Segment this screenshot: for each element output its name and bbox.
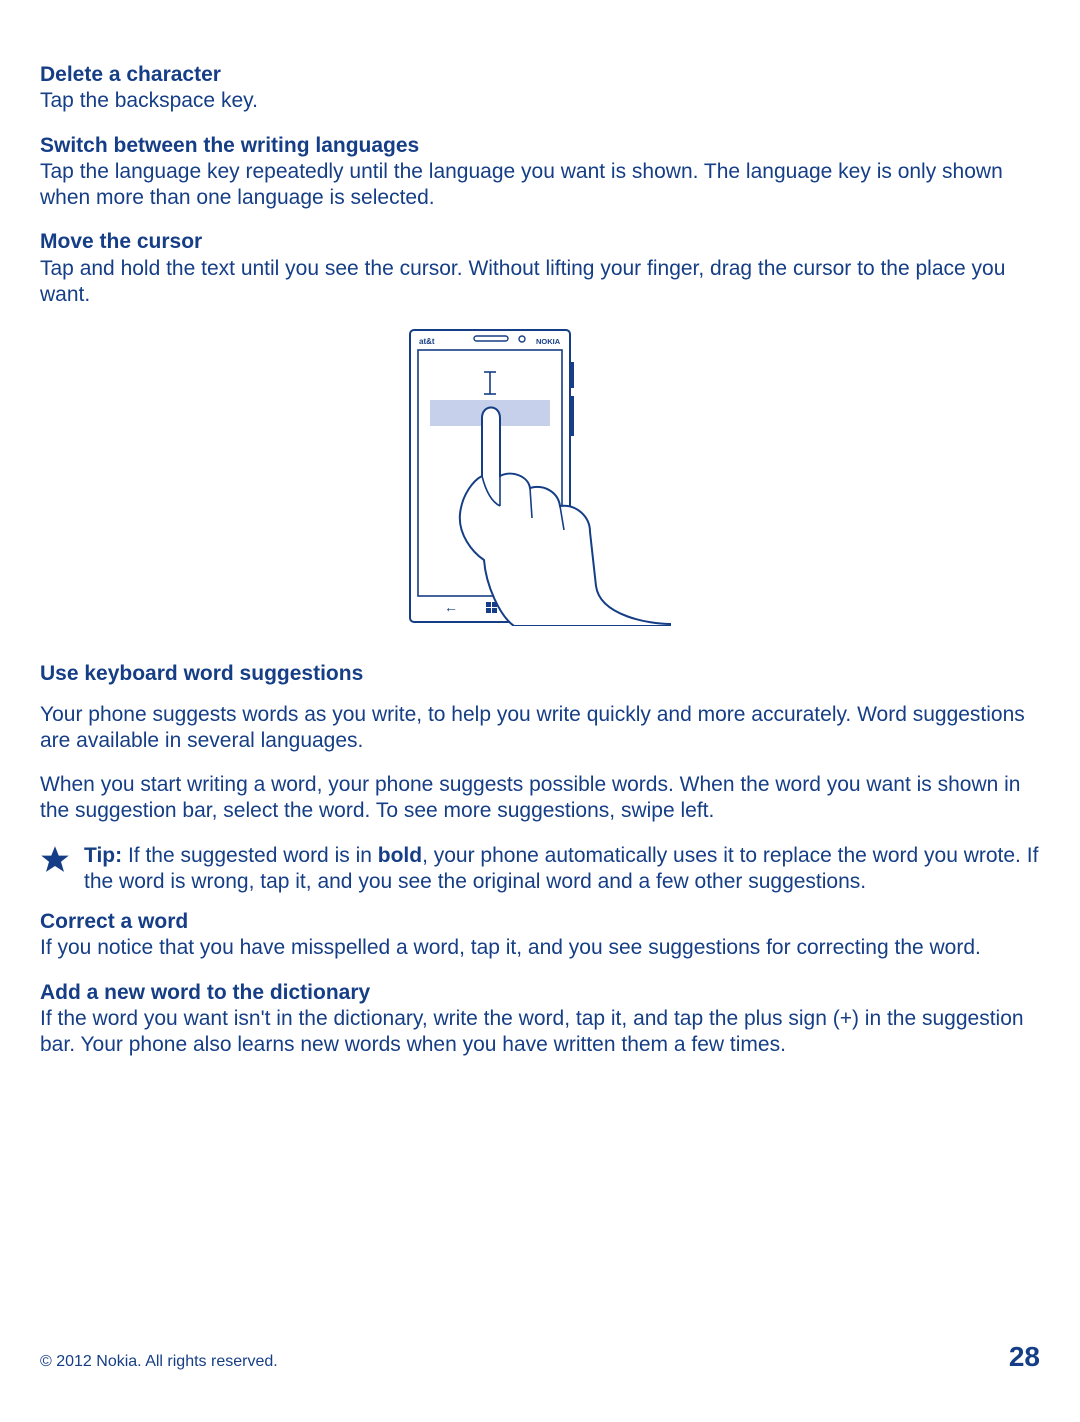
page-number: 28 <box>1009 1339 1040 1374</box>
illustration-container: at&t NOKIA ← <box>40 326 1040 633</box>
copyright: © 2012 Nokia. All rights reserved. <box>40 1352 278 1372</box>
heading-delete-character: Delete a character <box>40 62 1040 88</box>
carrier-label: at&t <box>419 337 435 346</box>
tip-bold-word: bold <box>378 844 422 867</box>
phone-finger-illustration: at&t NOKIA ← <box>400 326 680 633</box>
heading-move-cursor: Move the cursor <box>40 229 1040 255</box>
body-word-suggestions-2: When you start writing a word, your phon… <box>40 772 1040 825</box>
body-correct-word: If you notice that you have misspelled a… <box>40 935 1040 961</box>
tip-before-bold: If the suggested word is in <box>122 844 378 867</box>
body-delete-character: Tap the backspace key. <box>40 88 1040 114</box>
back-icon: ← <box>444 599 458 615</box>
body-move-cursor: Tap and hold the text until you see the … <box>40 256 1040 309</box>
heading-switch-languages: Switch between the writing languages <box>40 133 1040 159</box>
tip-text: Tip: If the suggested word is in bold, y… <box>84 843 1040 896</box>
body-switch-languages: Tap the language key repeatedly until th… <box>40 159 1040 212</box>
tip-row: Tip: If the suggested word is in bold, y… <box>40 843 1040 896</box>
footer: © 2012 Nokia. All rights reserved. 28 <box>40 1339 1040 1374</box>
document-page: Delete a character Tap the backspace key… <box>0 0 1080 1422</box>
heading-correct-word: Correct a word <box>40 909 1040 935</box>
heading-add-word: Add a new word to the dictionary <box>40 980 1040 1006</box>
brand-label: NOKIA <box>536 337 561 346</box>
body-add-word: If the word you want isn't in the dictio… <box>40 1006 1040 1059</box>
tip-label: Tip: <box>84 844 122 867</box>
star-icon <box>40 843 84 882</box>
heading-word-suggestions: Use keyboard word suggestions <box>40 661 1040 687</box>
body-word-suggestions-1: Your phone suggests words as you write, … <box>40 702 1040 755</box>
